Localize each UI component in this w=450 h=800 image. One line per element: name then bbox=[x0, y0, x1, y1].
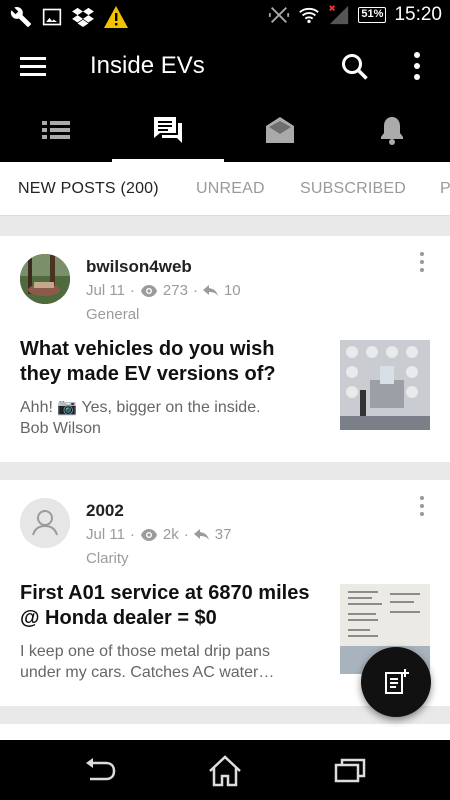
navigation-bar bbox=[0, 740, 450, 800]
post-replies: 10 bbox=[223, 282, 241, 299]
post-excerpt-line: under my cars. Catches AC water… bbox=[20, 664, 275, 681]
eye-icon bbox=[140, 284, 157, 297]
post-meta: Jul 11 · 273 · 10 bbox=[86, 282, 241, 299]
screen: 51% 15:20 Inside EVs NEW POSTS (200) UNR… bbox=[0, 0, 450, 800]
more-vert-icon[interactable] bbox=[405, 50, 429, 82]
post-views: 2k bbox=[162, 526, 179, 543]
bell-icon bbox=[381, 117, 403, 145]
app-title: Inside EVs bbox=[90, 52, 205, 79]
battery-level: 51% bbox=[358, 7, 387, 23]
post-date: Jul 11 bbox=[86, 282, 125, 299]
post-views: 273 bbox=[162, 282, 188, 299]
eye-icon bbox=[140, 528, 157, 541]
clock: 15:20 bbox=[394, 4, 442, 25]
post-title[interactable]: What vehicles do you wish they made EV v… bbox=[20, 337, 320, 387]
reply-icon bbox=[193, 528, 209, 540]
avatar[interactable] bbox=[20, 498, 70, 548]
reply-icon bbox=[202, 284, 218, 296]
menu-icon[interactable] bbox=[18, 52, 48, 80]
tab-notifications[interactable] bbox=[336, 98, 448, 162]
new-post-icon bbox=[385, 669, 409, 694]
back-icon[interactable] bbox=[82, 754, 118, 788]
default-user-icon bbox=[20, 498, 70, 548]
wrench-icon bbox=[10, 7, 32, 28]
tab-chat[interactable] bbox=[112, 98, 224, 162]
post-more-icon[interactable] bbox=[414, 494, 430, 518]
warning-icon bbox=[104, 6, 128, 28]
post-category[interactable]: General bbox=[86, 306, 139, 323]
recents-icon[interactable] bbox=[332, 754, 368, 788]
list-icon bbox=[42, 121, 70, 139]
tab-unread[interactable]: UNREAD bbox=[196, 180, 265, 198]
icon-tab-bar bbox=[0, 98, 450, 162]
post-category[interactable]: Clarity bbox=[86, 550, 129, 567]
avatar[interactable] bbox=[20, 254, 70, 304]
post-excerpt-line: Bob Wilson bbox=[20, 420, 101, 437]
post-card[interactable]: bwilson4web Jul 11 · 273 · 10 General Wh… bbox=[0, 236, 450, 462]
post-title[interactable]: First A01 service at 6870 miles @ Honda … bbox=[20, 581, 320, 631]
post-replies: 37 bbox=[214, 526, 232, 543]
signal-icon bbox=[329, 5, 349, 25]
tab-list[interactable] bbox=[0, 98, 112, 162]
status-bar: 51% 15:20 bbox=[0, 0, 450, 34]
filter-tab-bar: NEW POSTS (200) UNREAD SUBSCRIBED P bbox=[0, 162, 450, 216]
post-date: Jul 11 bbox=[86, 526, 125, 543]
post-username[interactable]: 2002 bbox=[86, 501, 124, 521]
search-icon[interactable] bbox=[340, 52, 370, 82]
tab-partial[interactable]: P bbox=[440, 180, 450, 198]
app-bar: Inside EVs bbox=[0, 34, 450, 98]
post-more-icon[interactable] bbox=[414, 250, 430, 274]
wifi-icon bbox=[299, 7, 320, 24]
image-icon bbox=[42, 8, 62, 26]
post-meta: Jul 11 · 2k · 37 bbox=[86, 526, 232, 543]
post-excerpt-line: Ahh! 📷 Yes, bigger on the inside. bbox=[20, 399, 261, 416]
tab-subscribed[interactable]: SUBSCRIBED bbox=[300, 180, 406, 198]
post-excerpt: Ahh! 📷 Yes, bigger on the inside. Bob Wi… bbox=[20, 397, 320, 439]
post-username[interactable]: bwilson4web bbox=[86, 257, 192, 277]
chat-icon bbox=[154, 117, 182, 143]
mail-open-icon bbox=[266, 117, 294, 143]
tab-new-posts[interactable]: NEW POSTS (200) bbox=[18, 180, 159, 198]
post-thumbnail[interactable] bbox=[340, 340, 430, 430]
new-post-button[interactable] bbox=[361, 647, 431, 717]
dropbox-icon bbox=[72, 7, 94, 27]
post-excerpt: I keep one of those metal drip pans unde… bbox=[20, 641, 320, 683]
home-icon[interactable] bbox=[207, 754, 243, 788]
tab-messages[interactable] bbox=[224, 98, 336, 162]
vibrate-icon bbox=[269, 7, 290, 23]
post-excerpt-line: I keep one of those metal drip pans bbox=[20, 643, 270, 660]
